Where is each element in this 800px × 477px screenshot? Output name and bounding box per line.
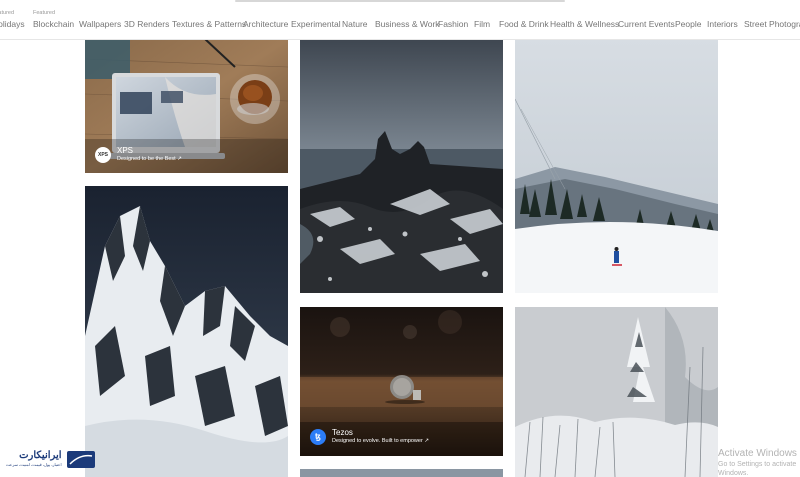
sponsor-tagline: Designed to evolve. Built to empower ↗ (332, 438, 429, 444)
coin-photo[interactable]: ꜩ Tezos Designed to evolve. Built to emp… (300, 307, 503, 456)
logo-subtext: اعتبار، پول، قیمت، امنیت، سرعت (6, 462, 62, 467)
rocky-coast-photo[interactable] (300, 39, 503, 293)
sponsor-caption[interactable]: ꜩ Tezos Designed to evolve. Built to emp… (310, 428, 429, 445)
nav-item-experimental[interactable]: Experimental (291, 19, 341, 29)
sponsor-tagline: Designed to be the Best ↗ (117, 156, 182, 162)
watermark-title: Activate Windows (718, 448, 797, 459)
nav-item-3d-renders[interactable]: 3D Renders (124, 19, 169, 29)
nav-scroll-indicator[interactable] (235, 0, 565, 2)
sponsor-brand: XPS (117, 146, 134, 155)
nav-item-blockchain[interactable]: Featured Blockchain (33, 10, 74, 29)
sponsor-caption[interactable]: XPS XPS Designed to be the Best ↗ (95, 146, 182, 163)
activate-windows-watermark: Activate Windows Go to Settings to activ… (718, 448, 800, 477)
tezos-logo-icon: ꜩ (310, 428, 326, 445)
featured-label: Featured (0, 10, 15, 16)
nav-item-street-photography[interactable]: Street Photography (744, 19, 800, 29)
featured-label: Featured (33, 10, 56, 16)
nav-item-fashion[interactable]: Fashion (438, 19, 468, 29)
skier-snow-photo[interactable] (515, 39, 718, 293)
logo-text: ایرانیکارت (19, 450, 62, 461)
laptop-tea-photo[interactable]: XPS XPS Designed to be the Best ↗ (85, 39, 288, 173)
category-nav: Featured Holidays Featured Blockchain Wa… (0, 0, 800, 40)
bottom-cut-photo[interactable] (300, 469, 503, 477)
nav-item-film[interactable]: Film (474, 19, 490, 29)
nav-item-holidays[interactable]: Featured Holidays (0, 10, 25, 29)
snowy-trees-photo[interactable] (515, 307, 718, 477)
nav-item-current-events[interactable]: Current Events (618, 19, 675, 29)
nav-item-business[interactable]: Business & Work (375, 19, 440, 29)
nav-item-health[interactable]: Health & Wellness (550, 19, 619, 29)
iranicard-logo: ایرانیکارت اعتبار، پول، قیمت، امنیت، سرع… (6, 446, 101, 472)
watermark-subtitle: Go to Settings to activate Windows. (718, 461, 797, 477)
nav-item-people[interactable]: People (675, 19, 701, 29)
snowy-peak-photo[interactable] (85, 186, 288, 477)
nav-item-wallpapers[interactable]: Wallpapers (79, 19, 121, 29)
card-icon (66, 451, 95, 468)
nav-item-nature[interactable]: Nature (342, 19, 368, 29)
xps-logo-icon: XPS (95, 146, 111, 163)
nav-item-architecture[interactable]: Architecture (243, 19, 288, 29)
page: Featured Holidays Featured Blockchain Wa… (0, 0, 800, 477)
nav-item-interiors[interactable]: Interiors (707, 19, 738, 29)
nav-item-food[interactable]: Food & Drink (499, 19, 549, 29)
nav-item-textures[interactable]: Textures & Patterns (172, 19, 246, 29)
sponsor-brand: Tezos (332, 428, 353, 437)
